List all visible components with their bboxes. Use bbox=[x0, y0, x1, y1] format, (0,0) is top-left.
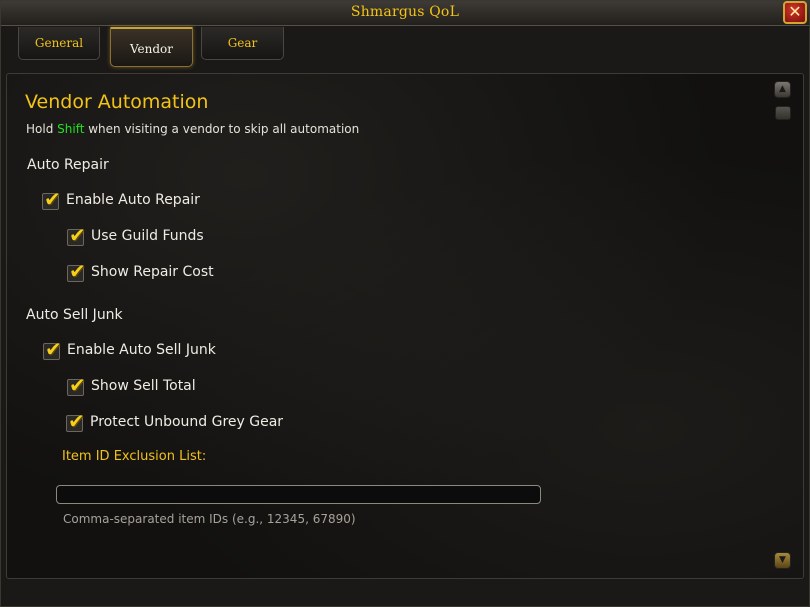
checkbox-box[interactable]: ✔ bbox=[67, 373, 86, 397]
arrow-up-icon: ▲ bbox=[779, 84, 786, 94]
scrollbar-thumb[interactable] bbox=[775, 106, 791, 120]
checkbox-box[interactable]: ✔ bbox=[43, 337, 62, 361]
shift-hint: Hold Shift when visiting a vendor to ski… bbox=[26, 122, 359, 136]
tab-general[interactable]: General bbox=[18, 27, 100, 60]
hint-prefix: Hold bbox=[26, 122, 58, 136]
exclusion-list-help: Comma-separated item IDs (e.g., 12345, 6… bbox=[63, 512, 356, 526]
checkbox-label: Show Sell Total bbox=[91, 378, 196, 394]
checkbox-box[interactable]: ✔ bbox=[42, 187, 61, 211]
check-icon: ✔ bbox=[69, 373, 86, 397]
close-icon: ✕ bbox=[788, 2, 802, 21]
checkbox-label: Protect Unbound Grey Gear bbox=[90, 414, 284, 430]
checkbox-box[interactable]: ✔ bbox=[67, 223, 86, 247]
window-title: Shmargus QoL bbox=[350, 4, 460, 20]
scroll-up-button[interactable]: ▲ bbox=[774, 81, 791, 98]
hint-key: Shift bbox=[57, 122, 85, 136]
checkbox-box[interactable]: ✔ bbox=[66, 409, 85, 433]
page-title: Vendor Automation bbox=[25, 91, 209, 113]
check-icon: ✔ bbox=[69, 259, 86, 283]
tab-gear[interactable]: Gear bbox=[201, 27, 284, 60]
check-icon: ✔ bbox=[45, 337, 62, 361]
vendor-settings-panel: ▲ ▼ Vendor Automation Hold Shift when vi… bbox=[6, 73, 804, 579]
tab-vendor[interactable]: Vendor bbox=[110, 27, 193, 67]
exclusion-list-input[interactable] bbox=[56, 485, 541, 504]
close-button[interactable]: ✕ bbox=[783, 1, 807, 24]
check-icon: ✔ bbox=[69, 223, 86, 247]
addon-options-window: Shmargus QoL ✕ General Vendor Gear ▲ ▼ V… bbox=[0, 0, 810, 607]
checkbox-label: Use Guild Funds bbox=[91, 228, 204, 244]
hint-suffix: when visiting a vendor to skip all autom… bbox=[84, 122, 360, 136]
title-bar[interactable]: Shmargus QoL ✕ bbox=[1, 1, 809, 26]
checkbox-label: Enable Auto Repair bbox=[66, 192, 200, 208]
scroll-down-button[interactable]: ▼ bbox=[774, 552, 791, 569]
section-auto-repair: Auto Repair bbox=[27, 157, 109, 173]
section-auto-sell-junk: Auto Sell Junk bbox=[26, 307, 123, 323]
check-icon: ✔ bbox=[68, 409, 85, 433]
checkbox-label: Enable Auto Sell Junk bbox=[67, 342, 216, 358]
exclusion-list-label: Item ID Exclusion List: bbox=[62, 449, 207, 464]
check-icon: ✔ bbox=[44, 187, 61, 211]
checkbox-label: Show Repair Cost bbox=[91, 264, 214, 280]
checkbox-box[interactable]: ✔ bbox=[67, 259, 86, 283]
arrow-down-icon: ▼ bbox=[779, 555, 786, 565]
